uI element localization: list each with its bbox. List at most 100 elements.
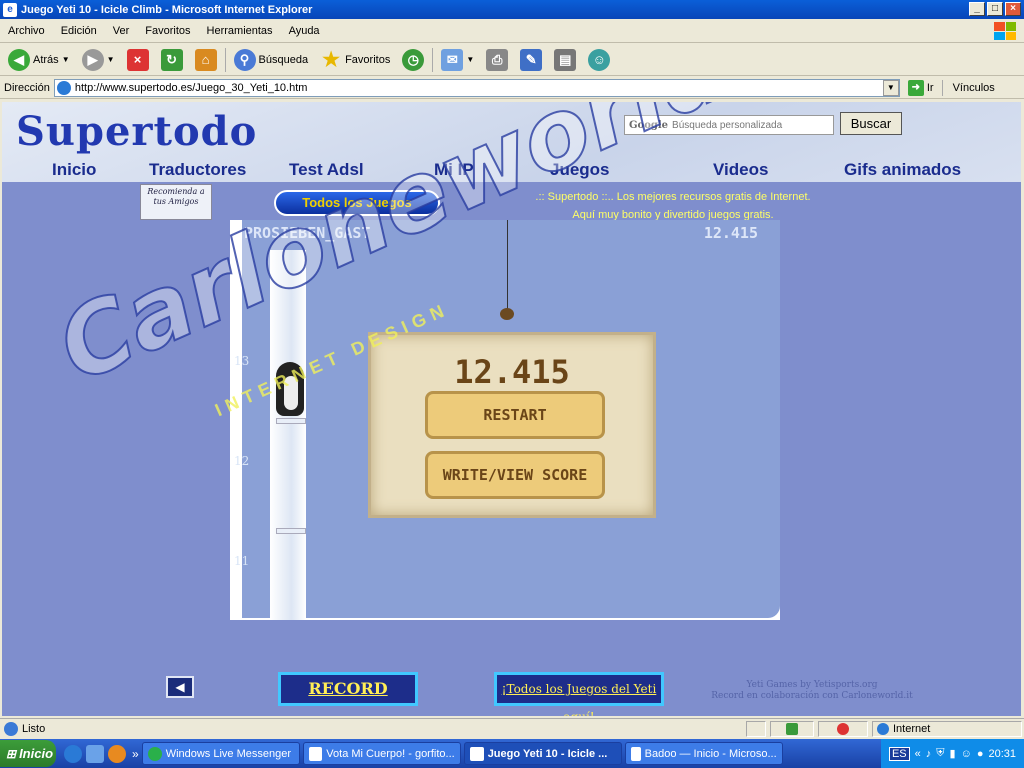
stop-button[interactable]: × — [123, 46, 153, 74]
menu-ayuda[interactable]: Ayuda — [281, 25, 328, 37]
windows-logo-icon — [994, 22, 1016, 40]
menu-herramientas[interactable]: Herramientas — [199, 25, 281, 37]
print-button[interactable]: ⎙ — [482, 46, 512, 74]
menu-ver[interactable]: Ver — [105, 25, 138, 37]
address-dropdown-button[interactable]: ▼ — [882, 79, 899, 96]
task-button[interactable]: Vota Mi Cuerpo! - gorfito... — [302, 742, 461, 765]
stop-icon: × — [126, 48, 149, 71]
user-icon[interactable]: ☺ — [961, 748, 972, 760]
discuss-button[interactable]: ▤ — [550, 46, 580, 74]
status-pane — [746, 720, 766, 737]
refresh-button[interactable]: ↻ — [157, 46, 187, 74]
search-button[interactable]: ⚲ Búsqueda — [230, 46, 313, 74]
address-input[interactable]: http://www.supertodo.es/Juego_30_Yeti_10… — [53, 78, 900, 97]
google-search-input[interactable]: Google Búsqueda personalizada — [624, 115, 834, 135]
search-placeholder: Búsqueda personalizada — [672, 119, 783, 131]
ice-ledge — [276, 418, 306, 424]
task-button-active[interactable]: Juego Yeti 10 - Icicle ... — [463, 742, 622, 765]
language-indicator[interactable]: ES — [888, 746, 910, 761]
start-button[interactable]: ⊞ Inicio — [0, 740, 56, 767]
favorites-button[interactable]: ★ Favoritos — [316, 46, 394, 74]
tray-expand-icon[interactable]: « — [915, 748, 921, 760]
ie-task-icon — [630, 746, 641, 761]
score-sign: 12.415 RESTART WRITE/VIEW SCORE — [368, 332, 656, 518]
altitude-label: 13 — [234, 354, 250, 368]
site-logo[interactable]: Supertodo — [16, 108, 257, 155]
ie-task-icon — [469, 746, 484, 761]
mail-button[interactable]: ✉ ▼ — [437, 46, 478, 74]
history-icon: ◷ — [402, 48, 425, 71]
home-button[interactable]: ⌂ — [191, 46, 221, 74]
globe-icon — [877, 722, 889, 735]
tagline-line-1: .:: Supertodo ::.. Los mejores recursos … — [535, 191, 811, 203]
menu-bar: Archivo Edición Ver Favoritos Herramient… — [0, 19, 1024, 43]
menu-archivo[interactable]: Archivo — [0, 25, 53, 37]
history-button[interactable]: ◷ — [398, 46, 428, 74]
site-tagline: .:: Supertodo ::.. Los mejores recursos … — [508, 188, 838, 224]
toolbar-separator — [432, 47, 434, 72]
edit-button[interactable]: ✎ — [516, 46, 546, 74]
close-button[interactable]: × — [1005, 2, 1021, 16]
back-arrow-icon: ◀ — [8, 48, 30, 71]
go-label: Ir — [926, 81, 934, 94]
nav-juegos[interactable]: Juegos — [550, 160, 610, 180]
window-controls: _ □ × — [969, 2, 1021, 16]
links-button[interactable]: Vínculos — [947, 82, 995, 94]
go-arrow-icon: ➜ — [907, 79, 924, 96]
volume-icon[interactable]: ♪ — [926, 748, 932, 760]
quicklaunch-desktop-icon[interactable] — [86, 744, 104, 763]
minimize-button[interactable]: _ — [969, 2, 985, 16]
nav-mi-ip[interactable]: Mi IP — [434, 160, 474, 180]
page-status-icon — [4, 721, 18, 736]
player-name: PROSIEBEN_GAST — [244, 224, 371, 242]
write-view-score-button[interactable]: WRITE/VIEW SCORE — [425, 451, 605, 499]
back-arrow-button[interactable]: ◀ — [166, 676, 194, 698]
nav-videos[interactable]: Videos — [713, 160, 768, 180]
credit-line-1: Yeti Games by Yetisports.org — [746, 680, 878, 690]
restart-button[interactable]: RESTART — [425, 391, 605, 439]
messenger-icon: ☺ — [588, 48, 611, 71]
antivirus-icon[interactable]: ● — [977, 748, 984, 760]
record-button[interactable]: RECORD — [278, 672, 418, 706]
nav-gifs-animados[interactable]: Gifs animados — [844, 160, 961, 180]
address-url: http://www.supertodo.es/Juego_30_Yeti_10… — [74, 81, 308, 94]
menu-favoritos[interactable]: Favoritos — [137, 25, 198, 37]
network-icon[interactable]: ▮ — [950, 747, 956, 760]
mail-icon: ✉ — [441, 48, 464, 71]
go-button[interactable]: ➜ Ir — [904, 79, 938, 97]
favorites-label: Favoritos — [345, 53, 391, 66]
nav-test-adsl[interactable]: Test Adsl — [289, 160, 364, 180]
nav-inicio[interactable]: Inicio — [52, 160, 96, 180]
status-pane — [818, 720, 868, 737]
back-button[interactable]: ◀ Atrás ▼ — [4, 46, 74, 74]
spider-icon — [500, 308, 514, 320]
forward-button[interactable]: ▶ ▼ — [78, 46, 119, 74]
back-label: Atrás — [33, 53, 59, 66]
task-label: Badoo — Inicio - Microso... — [644, 747, 777, 760]
credit-line-2: Record en colaboración con Carloneworld.… — [711, 691, 913, 701]
status-pane — [770, 720, 814, 737]
nav-traductores[interactable]: Traductores — [149, 160, 246, 180]
game-area[interactable]: PROSIEBEN_GAST 12.415 13 12 11 12.415 RE… — [230, 220, 780, 620]
quicklaunch-ie-icon[interactable] — [64, 744, 82, 763]
google-logo: Google — [629, 119, 669, 131]
page-viewport: Supertodo Google Búsqueda personalizada … — [2, 102, 1021, 716]
maximize-button[interactable]: □ — [987, 2, 1003, 16]
buscar-button[interactable]: Buscar — [840, 112, 902, 135]
all-yeti-games-link[interactable]: ¡Todos los Juegos del Yeti aquí! — [494, 672, 664, 716]
task-label: Vota Mi Cuerpo! - gorfito... — [326, 747, 455, 760]
all-games-button[interactable]: Todos los Juegos — [274, 190, 440, 216]
quicklaunch-chevron-icon[interactable]: » — [132, 747, 139, 761]
clock[interactable]: 20:31 — [988, 748, 1016, 760]
messenger-button[interactable]: ☺ — [584, 46, 614, 74]
menu-edicion[interactable]: Edición — [53, 25, 105, 37]
task-button[interactable]: Windows Live Messenger — [141, 742, 300, 765]
recommend-friends-button[interactable]: Recomienda a tus Amigos — [140, 184, 212, 220]
ie-icon: e — [3, 2, 17, 17]
quicklaunch-media-icon[interactable] — [108, 744, 126, 763]
shield-icon[interactable]: ⛨ — [936, 747, 944, 760]
address-label: Dirección — [4, 81, 50, 94]
task-button[interactable]: Badoo — Inicio - Microso... — [624, 742, 783, 765]
home-icon: ⌂ — [194, 48, 217, 71]
forward-arrow-icon: ▶ — [81, 48, 104, 71]
